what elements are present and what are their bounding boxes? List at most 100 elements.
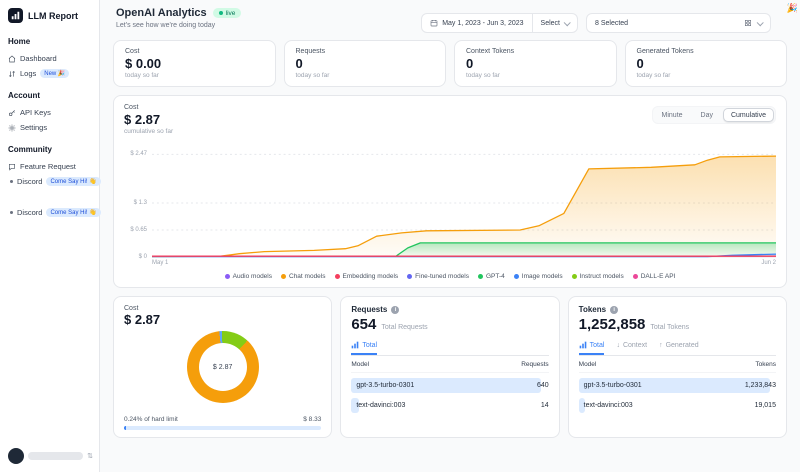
date-range-picker[interactable]: May 1, 2023 - Jun 3, 2023 Select xyxy=(421,13,578,33)
toggle-cumulative[interactable]: Cumulative xyxy=(723,108,774,122)
tab-generated[interactable]: ↑ Generated xyxy=(659,341,699,355)
sidebar-item-label: Logs xyxy=(20,69,36,78)
model-name: text-davinci:003 xyxy=(579,402,633,409)
stat-card-value: 0 xyxy=(637,56,776,71)
donut-chart: $ 2.87 xyxy=(187,331,259,403)
model-name: gpt-3.5-turbo-0301 xyxy=(351,382,414,389)
cost-chart-area: $ 2.47$ 1.3$ 0.65$ 0 May 1 Jun 2 xyxy=(152,141,776,272)
stat-card-sub: today so far xyxy=(637,72,776,79)
avatar[interactable] xyxy=(8,448,24,464)
home-icon xyxy=(8,55,16,63)
nav-section-community-title: Community xyxy=(8,145,91,154)
info-icon[interactable] xyxy=(610,306,618,314)
tokens-total: 1,252,858 xyxy=(579,316,646,333)
bar-chart-icon xyxy=(579,341,587,349)
table-row[interactable]: gpt-3.5-turbo-0301 1,233,843 xyxy=(579,378,776,393)
cost-chart xyxy=(152,141,776,261)
legend-item: DALL-E API xyxy=(633,273,676,280)
legend-dot-icon xyxy=(514,274,519,279)
requests-card: Requests 654 Total Requests Total Model … xyxy=(340,296,559,438)
total-requests-label: Total Requests xyxy=(381,324,427,331)
legend-dot-icon xyxy=(335,274,340,279)
requests-total: 654 xyxy=(351,316,376,333)
legend-item: Fine-tuned models xyxy=(407,273,469,280)
app-logo[interactable]: LLM Report xyxy=(8,8,91,23)
sidebar-item-discord-2[interactable]: Discord Come Say Hi! 👋 xyxy=(8,205,91,220)
request-count: 640 xyxy=(537,382,549,389)
x-axis-label-start: May 1 xyxy=(152,260,168,266)
legend-item: Embedding models xyxy=(335,273,399,280)
sidebar-item-api-keys[interactable]: API Keys xyxy=(8,105,91,120)
sidebar-item-logs[interactable]: Logs New 🎉 xyxy=(8,66,91,81)
table-row[interactable]: text-davinci:003 19,015 xyxy=(579,398,776,413)
sidebar-item-label: Feature Request xyxy=(20,162,76,171)
chevron-down-icon xyxy=(564,19,571,26)
sidebar-item-label: Dashboard xyxy=(20,54,57,63)
logs-icon xyxy=(8,70,16,78)
legend-dot-icon xyxy=(407,274,412,279)
live-badge: live xyxy=(213,8,242,18)
discord-badge-2: Come Say Hi! 👋 xyxy=(46,208,100,217)
legend-item: GPT-4 xyxy=(478,273,505,280)
table-header-model: Model xyxy=(579,361,597,368)
models-filter[interactable]: 8 Selected xyxy=(586,13,771,33)
stat-card-sub: today so far xyxy=(296,72,435,79)
requests-tabs: Total xyxy=(351,341,548,356)
table-header-tokens: Tokens xyxy=(755,361,776,368)
hard-limit-progress-fill xyxy=(124,426,126,430)
tokens-card-title: Tokens xyxy=(579,305,606,314)
party-emoji: 🎉 xyxy=(787,3,798,14)
page-header-left: OpenAI Analytics live Let's see how we'r… xyxy=(116,7,241,29)
table-header-model: Model xyxy=(351,361,369,368)
cost-chart-card: Cost $ 2.87 cumulative so far Minute Day… xyxy=(113,95,787,288)
grid-icon xyxy=(744,19,752,27)
granularity-select[interactable]: Select xyxy=(532,14,577,32)
sidebar-item-feature-request[interactable]: Feature Request xyxy=(8,159,91,174)
info-icon[interactable] xyxy=(391,306,399,314)
tab-total[interactable]: Total xyxy=(579,341,605,355)
legend-dot-icon xyxy=(281,274,286,279)
requests-card-title: Requests xyxy=(351,305,387,314)
main-content: 🎉 OpenAI Analytics live Let's see how we… xyxy=(100,0,800,472)
legend-dot-icon xyxy=(478,274,483,279)
table-row[interactable]: text-davinci:003 14 xyxy=(351,398,548,413)
toggle-minute[interactable]: Minute xyxy=(654,108,691,122)
legend-item: Image models xyxy=(514,273,563,280)
nav-section-account-title: Account xyxy=(8,91,91,100)
tab-context[interactable]: ↓ Context xyxy=(616,341,647,355)
bullet-icon xyxy=(10,211,13,214)
sidebar-item-settings[interactable]: Settings xyxy=(8,120,91,135)
user-menu[interactable]: ⇅ xyxy=(8,448,93,464)
legend-dot-icon xyxy=(572,274,577,279)
table-row[interactable]: gpt-3.5-turbo-0301 640 xyxy=(351,378,548,393)
toggle-day[interactable]: Day xyxy=(693,108,721,122)
model-name: gpt-3.5-turbo-0301 xyxy=(579,382,642,389)
page-header: OpenAI Analytics live Let's see how we'r… xyxy=(113,7,787,33)
header-controls: May 1, 2023 - Jun 3, 2023 Select 8 Selec… xyxy=(421,13,771,33)
stat-card-sub: today so far xyxy=(466,72,605,79)
llm-report-logo-icon xyxy=(8,8,23,23)
calendar-icon xyxy=(430,19,438,27)
token-count: 19,015 xyxy=(755,402,776,409)
request-count: 14 xyxy=(541,402,549,409)
chart-legend: Audio modelsChat modelsEmbedding modelsF… xyxy=(124,273,776,280)
sidebar: LLM Report Home Dashboard Logs New 🎉 Acc… xyxy=(0,0,100,472)
y-axis-tick: $ 2.47 xyxy=(130,151,147,157)
tokens-card: Tokens 1,252,858 Total Tokens Total ↓ Co… xyxy=(568,296,787,438)
hard-limit-amount: $ 8.33 xyxy=(303,416,321,423)
sidebar-item-discord[interactable]: Discord Come Say Hi! 👋 xyxy=(8,174,91,189)
tab-total[interactable]: Total xyxy=(351,341,377,355)
model-name: text-davinci:003 xyxy=(351,402,405,409)
live-dot-icon xyxy=(219,11,223,15)
legend-item: Audio models xyxy=(225,273,272,280)
stat-card-label: Cost xyxy=(125,48,264,55)
sidebar-item-label: Discord xyxy=(17,208,42,217)
y-axis-tick: $ 0 xyxy=(139,254,147,260)
sidebar-item-dashboard[interactable]: Dashboard xyxy=(8,51,91,66)
stat-cards-row: Cost $ 0.00 today so far Requests 0 toda… xyxy=(113,40,787,87)
granularity-toggle-group: Minute Day Cumulative xyxy=(652,106,776,124)
table-header-requests: Requests xyxy=(521,361,548,368)
legend-dot-icon xyxy=(225,274,230,279)
stat-card-sub: today so far xyxy=(125,72,264,79)
stat-card-label: Generated Tokens xyxy=(637,48,776,55)
